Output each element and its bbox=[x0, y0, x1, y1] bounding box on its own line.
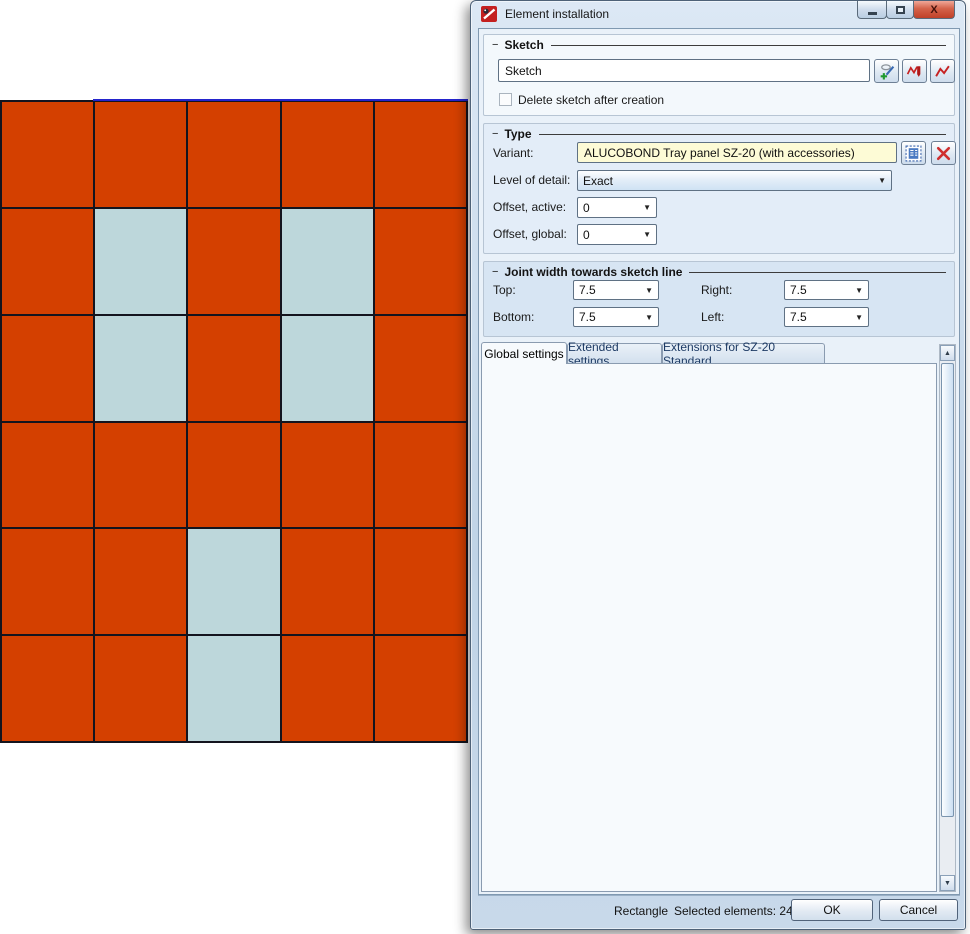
panel-cell[interactable] bbox=[375, 102, 466, 207]
variant-label: Variant: bbox=[493, 146, 533, 160]
offset-active-label: Offset, active: bbox=[493, 200, 566, 214]
arrow-up-icon: ▲ bbox=[944, 350, 951, 357]
chevron-down-icon: ▼ bbox=[872, 176, 886, 185]
joint-bottom-select[interactable]: 7.5▼ bbox=[573, 307, 659, 327]
panel-cell-selected[interactable] bbox=[282, 316, 373, 421]
ok-button[interactable]: OK bbox=[791, 899, 873, 921]
panel-grid bbox=[0, 100, 468, 743]
joint-bottom-label: Bottom: bbox=[493, 310, 534, 324]
panel-cell[interactable] bbox=[375, 209, 466, 314]
panel-cell[interactable] bbox=[375, 423, 466, 528]
offset-global-select[interactable]: 0▼ bbox=[577, 224, 657, 245]
panel-cell-selected[interactable] bbox=[188, 636, 279, 741]
close-icon: X bbox=[930, 4, 937, 16]
minimize-button[interactable] bbox=[857, 1, 887, 19]
joint-width-group: Joint width towards sketch line bbox=[483, 261, 955, 337]
offset-active-select[interactable]: 0▼ bbox=[577, 197, 657, 218]
panel-cell[interactable] bbox=[2, 529, 93, 634]
remove-icon bbox=[935, 145, 952, 162]
delete-sketch-checkbox-label: Delete sketch after creation bbox=[518, 93, 664, 107]
panel-cell[interactable] bbox=[375, 529, 466, 634]
variant-field[interactable] bbox=[577, 142, 897, 163]
chevron-down-icon: ▼ bbox=[849, 286, 863, 295]
tab-global-settings[interactable]: Global settings bbox=[481, 342, 567, 364]
panel-cell[interactable] bbox=[188, 209, 279, 314]
app-logo-icon bbox=[481, 6, 497, 22]
panel-cell[interactable] bbox=[282, 102, 373, 207]
panel-cell-selected[interactable] bbox=[95, 316, 186, 421]
chevron-down-icon: ▼ bbox=[639, 286, 653, 295]
chevron-down-icon: ▼ bbox=[637, 203, 651, 212]
chevron-down-icon: ▼ bbox=[639, 313, 653, 322]
close-button[interactable]: X bbox=[913, 1, 955, 19]
create-sketch-button[interactable] bbox=[874, 59, 899, 83]
panel-cell[interactable] bbox=[282, 423, 373, 528]
offset-global-label: Offset, global: bbox=[493, 227, 567, 241]
panel-cell[interactable] bbox=[188, 423, 279, 528]
panel-cell[interactable] bbox=[95, 636, 186, 741]
panel-cell[interactable] bbox=[2, 423, 93, 528]
sketch-name-input[interactable] bbox=[498, 59, 870, 82]
dialog-footer: Rectangle Selected elements: 24 OK Cance… bbox=[478, 895, 960, 924]
panel-cell[interactable] bbox=[95, 529, 186, 634]
joint-right-select[interactable]: 7.5▼ bbox=[784, 280, 869, 300]
joint-right-label: Right: bbox=[701, 283, 732, 297]
panel-cell[interactable] bbox=[2, 209, 93, 314]
variant-catalog-button[interactable] bbox=[901, 141, 926, 165]
joint-top-label: Top: bbox=[493, 283, 516, 297]
dialog-title: Element installation bbox=[505, 7, 609, 21]
arrow-down-icon: ▼ bbox=[944, 880, 951, 887]
polyline-icon bbox=[934, 63, 951, 80]
joint-width-group-label: Joint width towards sketch line bbox=[492, 265, 946, 279]
selection-mode-text: Rectangle bbox=[614, 904, 668, 918]
chevron-down-icon: ▼ bbox=[637, 230, 651, 239]
tab-panel-scrollbar[interactable]: ▲ ▼ bbox=[939, 344, 956, 892]
polyline-button[interactable] bbox=[930, 59, 955, 83]
scrollbar-thumb[interactable] bbox=[941, 363, 954, 817]
cancel-button[interactable]: Cancel bbox=[879, 899, 958, 921]
panel-cell-selected[interactable] bbox=[188, 529, 279, 634]
create-sketch-icon bbox=[878, 63, 895, 80]
panel-cell[interactable] bbox=[95, 102, 186, 207]
drawing-canvas[interactable] bbox=[0, 0, 470, 934]
element-installation-dialog: Element installation X Sketch Delete ske… bbox=[470, 0, 966, 930]
level-of-detail-label: Level of detail: bbox=[493, 173, 570, 187]
joint-left-select[interactable]: 7.5▼ bbox=[784, 307, 869, 327]
variant-remove-button[interactable] bbox=[931, 141, 956, 165]
panel-cell[interactable] bbox=[282, 636, 373, 741]
panel-cell[interactable] bbox=[375, 636, 466, 741]
sketch-group-label: Sketch bbox=[492, 38, 946, 52]
panel-cell[interactable] bbox=[2, 316, 93, 421]
maximize-button[interactable] bbox=[886, 1, 914, 19]
tab-extensions-sz20[interactable]: Extensions for SZ-20 Standard bbox=[662, 343, 825, 363]
level-of-detail-select[interactable]: Exact▼ bbox=[577, 170, 892, 191]
panel-cell[interactable] bbox=[2, 636, 93, 741]
panel-cell[interactable] bbox=[375, 316, 466, 421]
panel-cell[interactable] bbox=[188, 316, 279, 421]
sketch-line bbox=[93, 99, 468, 101]
panel-cell[interactable] bbox=[188, 102, 279, 207]
chevron-down-icon: ▼ bbox=[849, 313, 863, 322]
panel-cell[interactable] bbox=[95, 423, 186, 528]
selected-elements-count: Selected elements: 24 bbox=[674, 904, 793, 918]
tab-content-panel bbox=[481, 363, 937, 892]
maximize-icon bbox=[896, 6, 905, 14]
joint-left-label: Left: bbox=[701, 310, 724, 324]
delete-sketch-checkbox[interactable] bbox=[499, 93, 512, 106]
panel-cell[interactable] bbox=[282, 529, 373, 634]
catalog-icon bbox=[905, 145, 922, 162]
delete-sketch-line-button[interactable] bbox=[902, 59, 927, 83]
type-group-label: Type bbox=[492, 127, 946, 141]
dialog-titlebar[interactable]: Element installation X bbox=[471, 1, 965, 28]
delete-sketch-line-icon bbox=[906, 63, 923, 80]
panel-cell-selected[interactable] bbox=[282, 209, 373, 314]
scroll-down-button[interactable]: ▼ bbox=[940, 875, 955, 891]
scroll-up-button[interactable]: ▲ bbox=[940, 345, 955, 361]
tab-extended-settings[interactable]: Extended settings bbox=[567, 343, 662, 363]
joint-top-select[interactable]: 7.5▼ bbox=[573, 280, 659, 300]
panel-cell-selected[interactable] bbox=[95, 209, 186, 314]
panel-cell[interactable] bbox=[2, 102, 93, 207]
minimize-icon bbox=[868, 12, 877, 15]
